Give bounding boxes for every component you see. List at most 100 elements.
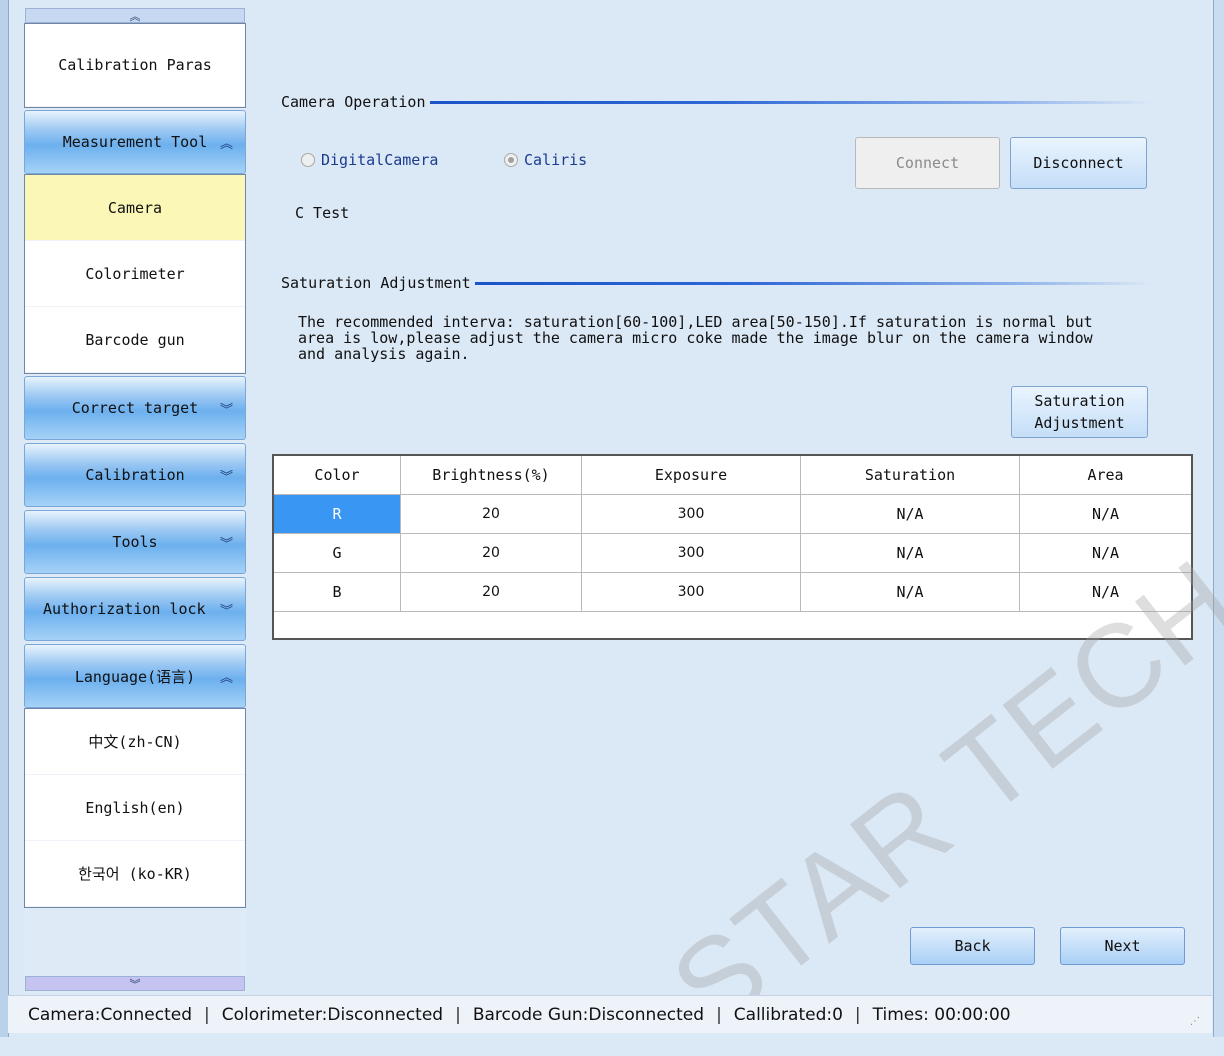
sidebar-item-en[interactable]: English(en) — [25, 775, 245, 841]
sidebar-scroll-down-button[interactable]: ︾ — [25, 976, 245, 991]
saturation-adjustment-button[interactable]: Saturation Adjustment — [1011, 386, 1148, 438]
sidebar-header-language[interactable]: Language(语言) ︽ — [24, 644, 246, 708]
button-label: Back — [954, 937, 991, 955]
radio-unchecked-icon — [301, 153, 315, 167]
resize-grip-icon[interactable]: ⋰ — [1190, 1016, 1200, 1027]
camera-operation-section-title: Camera Operation — [281, 93, 1151, 111]
column-header-area[interactable]: Area — [1019, 454, 1193, 495]
button-label: Saturation Adjustment — [1034, 392, 1125, 432]
c-test-label: C Test — [295, 204, 350, 222]
sidebar-header-label: Calibration — [85, 466, 185, 484]
status-colorimeter: Colorimeter:Disconnected — [221, 1004, 444, 1025]
radio-digital-camera[interactable]: DigitalCamera — [301, 151, 438, 169]
next-button[interactable]: Next — [1060, 927, 1185, 965]
table-cell-exposure[interactable]: 300 — [581, 494, 801, 534]
back-button[interactable]: Back — [910, 927, 1035, 965]
section-title-label: Saturation Adjustment — [281, 274, 471, 292]
table-cell-saturation[interactable]: N/A — [800, 494, 1020, 534]
sidebar-item-camera[interactable]: Camera — [25, 175, 245, 241]
sidebar-item-calibration-paras[interactable]: Calibration Paras — [25, 24, 245, 107]
status-times: Times: 00:00:00 — [872, 1004, 1011, 1025]
sidebar-header-correct-target[interactable]: Correct target ︾ — [24, 376, 246, 440]
double-chevron-up-icon: ︽ — [129, 9, 141, 23]
table-cell-color[interactable]: B — [272, 572, 401, 612]
column-header-brightness[interactable]: Brightness(%) — [400, 454, 582, 495]
window-left-border — [0, 0, 9, 1037]
double-chevron-down-icon: ︾ — [219, 603, 233, 619]
main-panel: Camera Operation DigitalCamera Caliris C… — [248, 8, 1212, 993]
saturation-description: The recommended interva: saturation[60-1… — [298, 313, 1093, 363]
status-separator: | — [203, 1004, 210, 1025]
disconnect-button[interactable]: Disconnect — [1010, 137, 1147, 189]
sidebar-item-colorimeter[interactable]: Colorimeter — [25, 241, 245, 307]
table-cell-brightness[interactable]: 20 — [400, 533, 582, 573]
table-row[interactable]: R 20 300 N/A N/A — [272, 494, 1193, 534]
sidebar-header-label: Correct target — [71, 399, 199, 417]
sidebar-item-ko-kr[interactable]: 한국어 (ko-KR) — [25, 841, 245, 907]
table-row[interactable]: B 20 300 N/A N/A — [272, 572, 1193, 612]
button-label: Connect — [895, 154, 960, 172]
sidebar-header-label: Authorization lock — [43, 600, 206, 618]
double-chevron-down-icon: ︾ — [219, 402, 233, 418]
sidebar-item-label: English(en) — [85, 798, 185, 817]
table-cell-exposure[interactable]: 300 — [581, 533, 801, 573]
connect-button[interactable]: Connect — [855, 137, 1000, 189]
table-empty-row — [273, 611, 1192, 640]
radio-caliris[interactable]: Caliris — [504, 151, 587, 169]
sidebar-header-authorization-lock[interactable]: Authorization lock ︾ — [24, 577, 246, 641]
table-row[interactable]: G 20 300 N/A N/A — [272, 533, 1193, 573]
sidebar-item-label: Calibration Paras — [58, 56, 212, 74]
section-divider — [474, 281, 1151, 285]
sidebar-group-calibration-paras: Calibration Paras — [24, 23, 246, 108]
sidebar-header-tools[interactable]: Tools ︾ — [24, 510, 246, 574]
section-title-label: Camera Operation — [281, 93, 426, 111]
double-chevron-down-icon: ︾ — [129, 977, 141, 991]
sidebar-group-measurement-tool: Camera Colorimeter Barcode gun — [24, 174, 246, 374]
table-cell-color[interactable]: R — [272, 494, 401, 534]
button-label: Next — [1104, 937, 1141, 955]
table-cell-area[interactable]: N/A — [1019, 494, 1193, 534]
sidebar-header-label: Measurement Tool — [62, 133, 208, 151]
status-barcode-gun: Barcode Gun:Disconnected — [472, 1004, 705, 1025]
status-separator: | — [455, 1004, 461, 1025]
sidebar-item-label: 한국어 (ko-KR) — [78, 865, 192, 883]
table-cell-area[interactable]: N/A — [1019, 533, 1193, 573]
table-cell-exposure[interactable]: 300 — [581, 572, 801, 612]
table-cell-brightness[interactable]: 20 — [400, 494, 582, 534]
column-header-saturation[interactable]: Saturation — [800, 454, 1020, 495]
table-cell-brightness[interactable]: 20 — [400, 572, 582, 612]
double-chevron-up-icon: ︽ — [219, 136, 233, 152]
sidebar-item-label: Camera — [107, 198, 163, 217]
sidebar-item-zh-cn[interactable]: 中文(zh-CN) — [25, 709, 245, 775]
status-separator: | — [716, 1004, 722, 1025]
double-chevron-up-icon: ︽ — [219, 670, 233, 686]
table-empty-cell — [273, 611, 1192, 640]
sidebar-item-label: Colorimeter — [85, 264, 185, 283]
double-chevron-down-icon: ︾ — [219, 536, 233, 552]
measurement-table: Color Brightness(%) Exposure Saturation … — [272, 454, 1193, 640]
sidebar-group-language: 中文(zh-CN) English(en) 한국어 (ko-KR) — [24, 708, 246, 908]
sidebar-item-label: 中文(zh-CN) — [88, 733, 182, 751]
status-camera: Camera:Connected — [28, 1004, 192, 1025]
sidebar-item-barcode-gun[interactable]: Barcode gun — [25, 307, 245, 373]
radio-label: Caliris — [524, 151, 588, 169]
sidebar-header-measurement-tool[interactable]: Measurement Tool ︽ — [24, 110, 246, 174]
table-cell-color[interactable]: G — [272, 533, 401, 573]
table-cell-saturation[interactable]: N/A — [800, 533, 1020, 573]
saturation-section-title: Saturation Adjustment — [281, 274, 1151, 292]
radio-checked-icon — [504, 153, 518, 167]
double-chevron-down-icon: ︾ — [219, 469, 233, 485]
column-header-color[interactable]: Color — [272, 454, 401, 495]
column-header-exposure[interactable]: Exposure — [581, 454, 801, 495]
radio-label: DigitalCamera — [321, 151, 439, 169]
status-calibrated: Callibrated:0 — [733, 1004, 843, 1025]
window-right-border — [1213, 0, 1224, 1037]
sidebar-header-calibration[interactable]: Calibration ︾ — [24, 443, 246, 507]
table-cell-saturation[interactable]: N/A — [800, 572, 1020, 612]
status-bar: Camera:Connected | Colorimeter:Disconnec… — [8, 995, 1212, 1033]
sidebar-scroll-up-button[interactable]: ︽ — [25, 8, 245, 23]
section-divider — [429, 100, 1151, 104]
table-cell-area[interactable]: N/A — [1019, 572, 1193, 612]
table-header-row: Color Brightness(%) Exposure Saturation … — [272, 454, 1193, 495]
status-separator: | — [854, 1004, 861, 1025]
